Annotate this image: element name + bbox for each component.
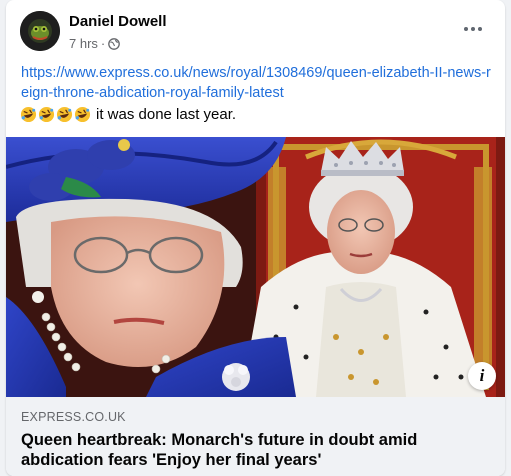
link-preview-image[interactable]: i	[6, 137, 505, 397]
link-preview-footer[interactable]: EXPRESS.CO.UK Queen heartbreak: Monarch'…	[6, 397, 505, 476]
author-name[interactable]: Daniel Dowell	[69, 13, 167, 30]
post-caption: it was done last year.	[20, 106, 236, 123]
info-icon[interactable]: i	[468, 362, 496, 390]
author-avatar[interactable]	[20, 11, 60, 51]
rolling-on-floor-laughing-icon	[38, 106, 55, 123]
link-domain: EXPRESS.CO.UK	[21, 410, 126, 424]
more-options-icon[interactable]	[455, 17, 491, 41]
link-title[interactable]: Queen heartbreak: Monarch's future in do…	[21, 430, 491, 470]
rolling-on-floor-laughing-icon	[74, 106, 91, 123]
more-dot	[471, 27, 475, 31]
post-meta: 7 hrs ·	[69, 36, 121, 51]
caption-text: it was done last year.	[96, 106, 237, 123]
post-card: Daniel Dowell 7 hrs · https://www.expres…	[6, 0, 505, 476]
queen-photo-illustration	[6, 137, 505, 397]
post-timestamp[interactable]: 7 hrs	[69, 36, 98, 51]
meta-separator: ·	[100, 36, 106, 51]
more-dot	[478, 27, 482, 31]
post-link[interactable]: https://www.express.co.uk/news/royal/130…	[21, 63, 491, 103]
emoji-group	[20, 106, 91, 123]
more-dot	[464, 27, 468, 31]
post-header: Daniel Dowell 7 hrs ·	[6, 0, 505, 58]
rolling-on-floor-laughing-icon	[20, 106, 37, 123]
rolling-on-floor-laughing-icon	[56, 106, 73, 123]
globe-icon	[108, 37, 121, 50]
